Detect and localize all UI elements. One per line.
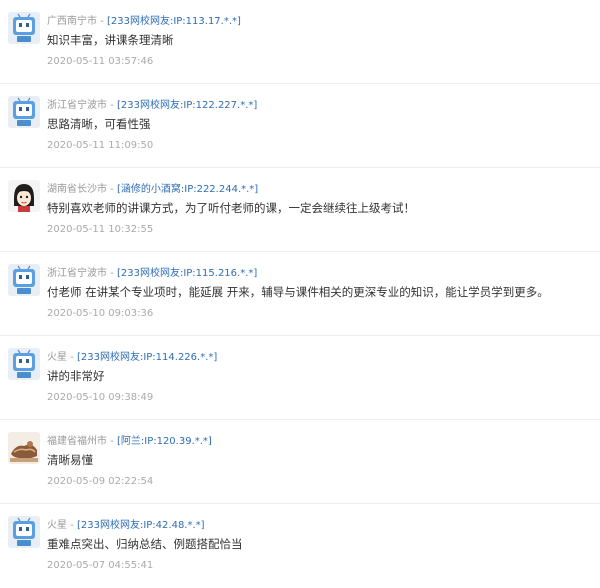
comment-user[interactable]: [233网校网友:IP:115.216.*.*] <box>117 268 257 279</box>
comment-location: 广西南宁市 <box>47 16 97 27</box>
comment-location: 浙江省宁波市 <box>47 268 107 279</box>
comment-meta: 浙江省宁波市 - [233网校网友:IP:122.227.*.*] <box>47 96 257 111</box>
comment-meta: 火星 - [233网校网友:IP:114.226.*.*] <box>47 348 217 363</box>
meta-separator: - <box>107 184 117 195</box>
meta-separator: - <box>107 100 117 111</box>
comment-user[interactable]: [涵修的小酒窝:IP:222.244.*.*] <box>117 184 258 195</box>
comment-location: 浙江省宁波市 <box>47 100 107 111</box>
comment-time: 2020-05-09 02:22:54 <box>47 476 154 487</box>
robot-avatar-icon[interactable] <box>8 348 40 380</box>
meta-separator: - <box>67 520 77 531</box>
photo-avatar-icon[interactable] <box>8 432 40 464</box>
comment-user[interactable]: [233网校网友:IP:114.226.*.*] <box>77 352 217 363</box>
comment-user[interactable]: [阿兰:IP:120.39.*.*] <box>117 436 212 447</box>
robot-avatar-icon[interactable] <box>8 12 40 44</box>
comment-time: 2020-05-10 09:03:36 <box>47 308 154 319</box>
comment-user[interactable]: [233网校网友:IP:42.48.*.*] <box>77 520 205 531</box>
comment-location: 火星 <box>47 352 67 363</box>
comment-text: 知识丰富，讲课条理清晰 <box>47 33 174 47</box>
comment-text: 特别喜欢老师的讲课方式，为了听付老师的课，一定会继续往上级考试！ <box>47 201 415 215</box>
comment-item: 浙江省宁波市 - [233网校网友:IP:122.227.*.*] 思路清晰，可… <box>0 84 600 168</box>
comment-item: 福建省福州市 - [阿兰:IP:120.39.*.*] 清晰易懂 2020-05… <box>0 420 600 504</box>
comment-text: 思路清晰，可看性强 <box>47 117 151 131</box>
robot-avatar-icon[interactable] <box>8 96 40 128</box>
comment-list: 广西南宁市 - [233网校网友:IP:113.17.*.*] 知识丰富，讲课条… <box>0 0 600 588</box>
comment-item: 火星 - [233网校网友:IP:114.226.*.*] 讲的非常好 2020… <box>0 336 600 420</box>
comment-user[interactable]: [233网校网友:IP:113.17.*.*] <box>107 16 241 27</box>
comment-meta: 广西南宁市 - [233网校网友:IP:113.17.*.*] <box>47 12 241 27</box>
comment-item: 浙江省宁波市 - [233网校网友:IP:115.216.*.*] 付老师 在讲… <box>0 252 600 336</box>
meta-separator: - <box>107 268 117 279</box>
meta-separator: - <box>97 16 107 27</box>
comment-location: 湖南省长沙市 <box>47 184 107 195</box>
comment-time: 2020-05-11 11:09:50 <box>47 140 154 151</box>
comment-meta: 火星 - [233网校网友:IP:42.48.*.*] <box>47 516 205 531</box>
comment-time: 2020-05-10 09:38:49 <box>47 392 154 403</box>
comment-text: 付老师 在讲某个专业项时，能延展 开来，辅导与课件相关的更深专业的知识，能让学员… <box>47 285 549 299</box>
comment-item: 火星 - [233网校网友:IP:42.48.*.*] 重难点突出、归纳总结、例… <box>0 504 600 588</box>
comment-time: 2020-05-07 04:55:41 <box>47 560 154 571</box>
comment-meta: 浙江省宁波市 - [233网校网友:IP:115.216.*.*] <box>47 264 257 279</box>
comment-meta: 福建省福州市 - [阿兰:IP:120.39.*.*] <box>47 432 212 447</box>
comment-location: 火星 <box>47 520 67 531</box>
comment-text: 清晰易懂 <box>47 453 93 467</box>
comment-location: 福建省福州市 <box>47 436 107 447</box>
comment-item: 湖南省长沙市 - [涵修的小酒窝:IP:222.244.*.*] 特别喜欢老师的… <box>0 168 600 252</box>
comment-time: 2020-05-11 10:32:55 <box>47 224 154 235</box>
comment-text: 重难点突出、归纳总结、例题搭配恰当 <box>47 537 243 551</box>
comment-time: 2020-05-11 03:57:46 <box>47 56 154 67</box>
comment-user[interactable]: [233网校网友:IP:122.227.*.*] <box>117 100 257 111</box>
comment-item: 广西南宁市 - [233网校网友:IP:113.17.*.*] 知识丰富，讲课条… <box>0 0 600 84</box>
robot-avatar-icon[interactable] <box>8 264 40 296</box>
meta-separator: - <box>107 436 117 447</box>
comment-meta: 湖南省长沙市 - [涵修的小酒窝:IP:222.244.*.*] <box>47 180 258 195</box>
comment-text: 讲的非常好 <box>47 369 105 383</box>
robot-avatar-icon[interactable] <box>8 516 40 548</box>
cartoon-girl-avatar-icon[interactable] <box>8 180 40 212</box>
meta-separator: - <box>67 352 77 363</box>
